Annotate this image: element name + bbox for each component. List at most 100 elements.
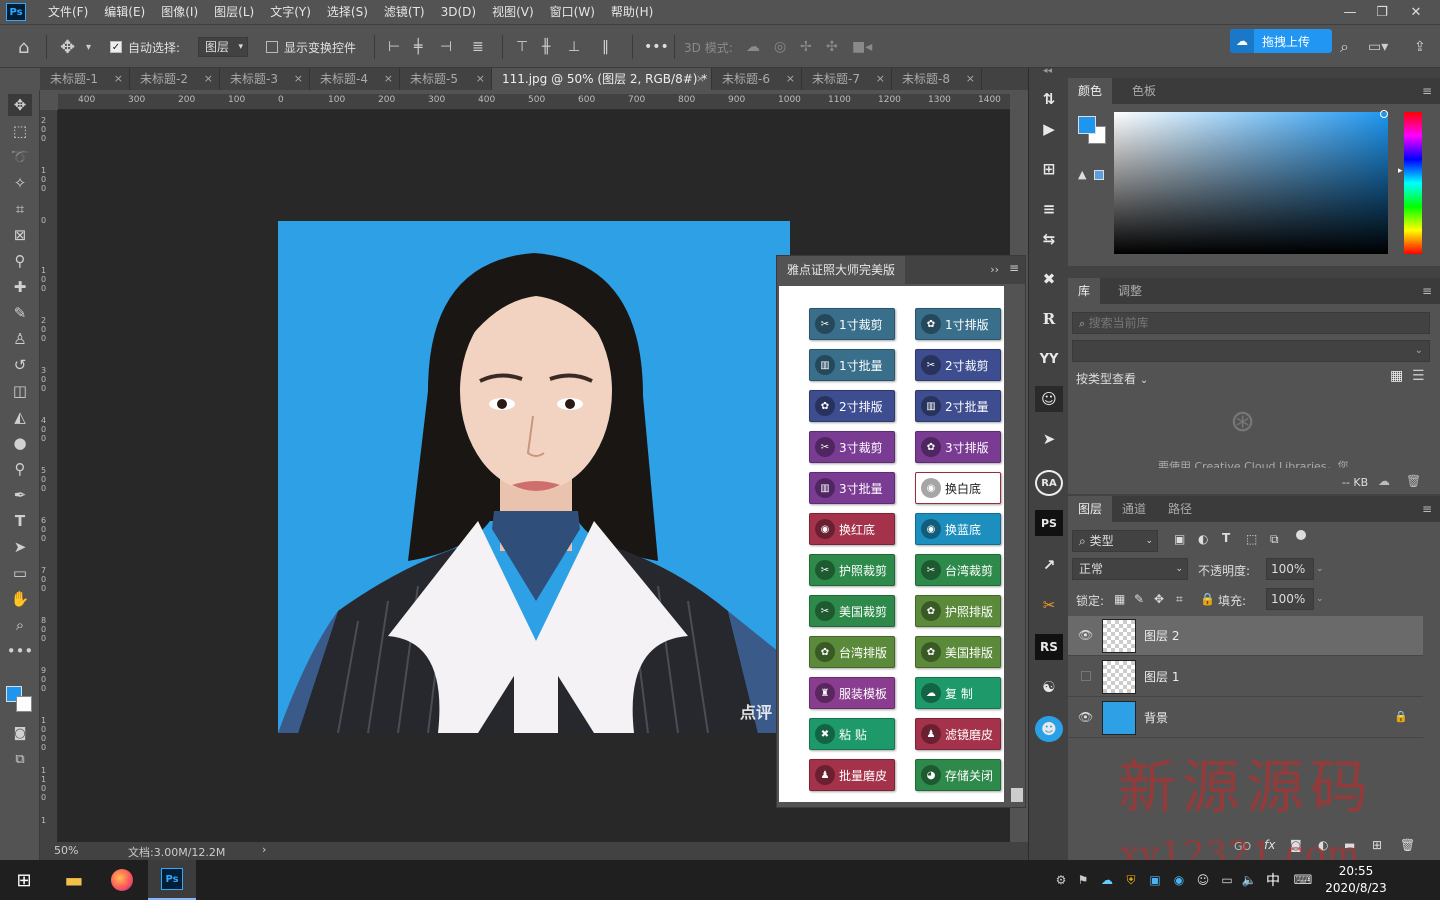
plugin-face-icon[interactable]: ☻ (1035, 716, 1063, 742)
cloud-sync-icon[interactable]: ☁ (1378, 474, 1390, 488)
show-transform-checkbox[interactable]: 显示变换控件 (266, 25, 356, 69)
document-photo[interactable]: 点评 (278, 221, 790, 733)
view-by-type-dropdown[interactable]: 按类型查看 ⌄ (1076, 370, 1148, 387)
btn-2inch-crop[interactable]: ✂ 2寸裁剪 (915, 349, 1001, 381)
layer-name[interactable]: 背景 (1144, 709, 1168, 726)
btn-copy[interactable]: ☁ 复 制 (915, 677, 1001, 709)
tab-untitled-6[interactable]: 未标题-6 × (712, 68, 802, 90)
menu-filter[interactable]: 滤镜(T) (376, 0, 433, 24)
btn-1inch-layout[interactable]: ✿ 1寸排版 (915, 308, 1001, 340)
brush-tool-icon[interactable]: ✎ (8, 302, 32, 324)
panel-menu-icon[interactable]: ≡ (1009, 261, 1019, 275)
btn-white-bg[interactable]: ◉ 换白底 (915, 472, 1001, 504)
eyedropper-icon[interactable]: ⚲ (8, 250, 32, 272)
tray-shield-icon[interactable]: ⛨ (1122, 860, 1140, 900)
plugin-tools-icon[interactable]: ✂ (1035, 592, 1063, 618)
lock-position-icon[interactable]: ✥ (1154, 592, 1164, 606)
hue-slider-handle[interactable]: ▸ (1398, 166, 1403, 176)
restore-button[interactable]: ❐ (1366, 0, 1398, 24)
auto-select-checkbox[interactable]: ✓ 自动选择: (110, 25, 180, 69)
close-window-button[interactable]: ✕ (1400, 0, 1432, 24)
clock-date[interactable]: 2020/8/23 (1320, 881, 1392, 895)
tray-icon-5[interactable]: ▣ (1146, 860, 1164, 900)
trash-icon[interactable]: 🗑 (1406, 474, 1421, 488)
filter-adjustment-icon[interactable]: ◐ (1198, 532, 1208, 546)
plugin-ps-icon[interactable]: PS (1035, 510, 1063, 536)
magic-wand-icon[interactable]: ✧ (8, 172, 32, 194)
color-picker-cursor[interactable] (1380, 110, 1388, 118)
tab-untitled-4[interactable]: 未标题-4 × (310, 68, 400, 90)
panel-menu-icon[interactable]: ≡ (1422, 84, 1432, 98)
blur-tool-icon[interactable]: ● (8, 432, 32, 454)
layer-filter-dropdown[interactable]: ⌕ 类型 ⌄ (1072, 530, 1158, 552)
menu-layer[interactable]: 图层(L) (206, 0, 262, 24)
move-tool-icon[interactable]: ✥ (60, 25, 75, 69)
btn-red-bg[interactable]: ◉ 换红底 (809, 513, 895, 545)
chevron-down-icon[interactable]: ⌄ (1316, 590, 1330, 608)
stamp-tool-icon[interactable]: ♙ (8, 328, 32, 350)
distribute-vertical-icon[interactable]: ‖ (602, 25, 609, 69)
plugin-rs-icon[interactable]: RS (1035, 634, 1063, 660)
tab-swatches[interactable]: 色板 (1122, 78, 1166, 104)
plugin-yinyang-icon[interactable]: ☯ (1035, 674, 1063, 700)
more-options-button[interactable]: ••• (644, 25, 669, 69)
blend-mode-dropdown[interactable]: 正常 ⌄ (1072, 558, 1188, 580)
type-tool-icon[interactable]: T (8, 510, 32, 532)
opacity-input[interactable]: 100% (1266, 558, 1314, 580)
btn-batch-smooth[interactable]: ♟ 批量磨皮 (809, 759, 895, 791)
zoom-tool-icon[interactable]: ⌕ (8, 614, 32, 636)
collapse-panel-icon[interactable]: ›› (990, 263, 999, 276)
close-icon[interactable]: × (696, 68, 705, 90)
menu-edit[interactable]: 编辑(E) (96, 0, 153, 24)
healing-brush-icon[interactable]: ✚ (8, 276, 32, 298)
zoom-level[interactable]: 50% (54, 844, 78, 857)
eye-icon[interactable]: 👁 (1078, 710, 1094, 724)
btn-1inch-crop[interactable]: ✂ 1寸裁剪 (809, 308, 895, 340)
share-icon[interactable]: ⇪ (1414, 25, 1426, 69)
workspace-icon[interactable]: ▭▾ (1368, 25, 1388, 69)
eye-icon[interactable]: 👁 (1078, 628, 1094, 642)
properties-panel-icon[interactable]: ⊞ (1035, 156, 1063, 182)
btn-3inch-crop[interactable]: ✂ 3寸裁剪 (809, 431, 895, 463)
edit-toolbar-icon[interactable]: ••• (7, 640, 34, 662)
delete-layer-icon[interactable]: 🗑 (1400, 838, 1415, 852)
plugin-portrait-icon[interactable]: ☺ (1035, 386, 1063, 412)
filter-shape-icon[interactable]: ⬚ (1246, 532, 1257, 546)
btn-paste[interactable]: ✖ 粘 贴 (809, 718, 895, 750)
collapse-icon[interactable]: ◂◂ (1043, 66, 1052, 76)
align-left-icon[interactable]: ⊢ (388, 25, 400, 69)
color-field[interactable] (1114, 112, 1388, 254)
close-icon[interactable]: × (876, 68, 885, 90)
lock-transparent-icon[interactable]: ▦ (1114, 592, 1125, 606)
close-icon[interactable]: × (476, 68, 485, 90)
new-layer-icon[interactable]: ⊞ (1372, 838, 1382, 852)
marquee-tool-icon[interactable]: ⬚ (8, 120, 32, 142)
btn-taiwan-layout[interactable]: ✿ 台湾排版 (809, 636, 895, 668)
pen-tool-icon[interactable]: ✒ (8, 484, 32, 506)
plugin-scissors-icon[interactable]: ✖ (1035, 266, 1063, 292)
btn-passport-layout[interactable]: ✿ 护照排版 (915, 595, 1001, 627)
tab-paths[interactable]: 路径 (1158, 496, 1202, 522)
websafe-swatch[interactable] (1094, 170, 1104, 180)
firefox-icon[interactable] (100, 860, 144, 900)
lock-artboard-icon[interactable]: ⌗ (1176, 592, 1183, 607)
quick-mask-icon[interactable]: ◙ (8, 722, 32, 744)
menu-type[interactable]: 文字(Y) (262, 0, 319, 24)
volume-icon[interactable]: 🔈 (1240, 860, 1258, 900)
layer-row-background[interactable]: 👁 背景 🔒 (1068, 698, 1423, 738)
align-right-icon[interactable]: ⊣ (440, 25, 452, 69)
brush-settings-icon[interactable]: ≡ (1035, 196, 1063, 222)
fill-input[interactable]: 100% (1266, 588, 1314, 610)
auto-select-dropdown[interactable]: 图层 ▾ (198, 37, 248, 57)
plugin-ra-icon[interactable]: RA (1035, 470, 1063, 496)
clock-time[interactable]: 20:55 (1320, 864, 1392, 878)
chevron-down-icon[interactable]: ▾ (86, 25, 91, 69)
search-icon[interactable]: ⌕ (1340, 25, 1349, 69)
background-color-swatch[interactable] (16, 696, 32, 712)
history-panel-icon[interactable]: ⇅ (1035, 86, 1063, 112)
tray-wifi-icon[interactable]: ◉ (1170, 860, 1188, 900)
btn-3inch-layout[interactable]: ✿ 3寸排版 (915, 431, 1001, 463)
tab-libraries[interactable]: 库 (1068, 278, 1101, 304)
orbit-3d-icon[interactable]: ☁ (746, 25, 760, 69)
btn-save-close[interactable]: ◕ 存储关闭 (915, 759, 1001, 791)
